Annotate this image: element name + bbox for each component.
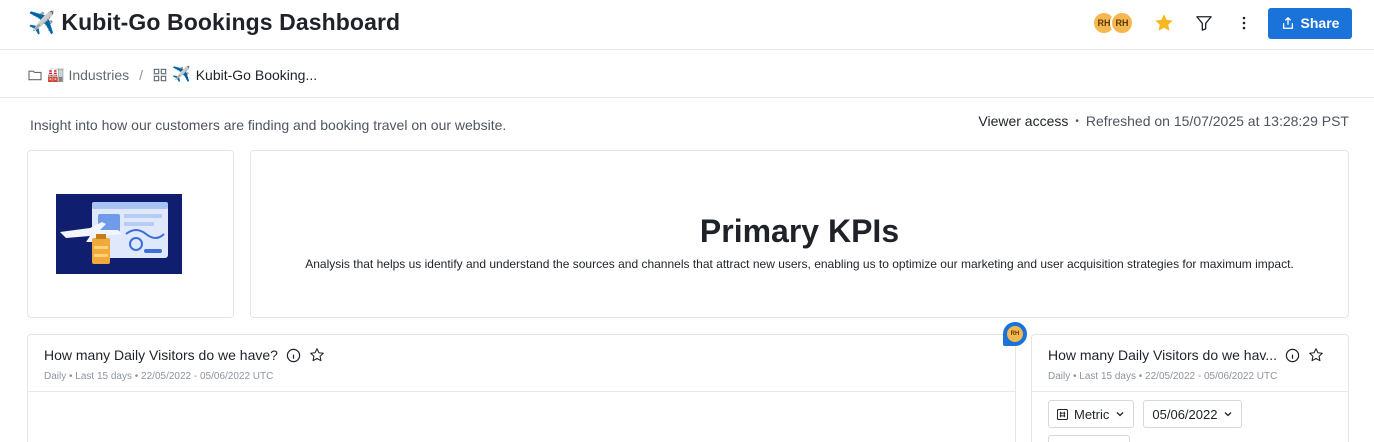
share-button[interactable]: Share — [1268, 7, 1352, 39]
access-level: Viewer access — [978, 113, 1069, 129]
metric-dropdown[interactable]: Metric — [1048, 400, 1135, 428]
metric-label: Metric — [1074, 406, 1110, 422]
avatar[interactable]: RH — [1110, 11, 1134, 35]
refreshed-timestamp: Refreshed on 15/07/2025 at 13:28:29 PST — [1085, 113, 1349, 129]
top-header: ✈️ Kubit-Go Bookings Dashboard RH RH Sha… — [0, 0, 1374, 50]
kpi-description: Analysis that helps us identify and unde… — [305, 257, 1294, 271]
date-label: 05/06/2022 — [1152, 406, 1218, 422]
kpi-heading: Primary KPIs — [699, 213, 900, 249]
dashboard-description: Insight into how our customers are findi… — [30, 117, 507, 133]
travel-booking-illustration — [56, 194, 182, 274]
divider — [28, 391, 1015, 392]
daily-visitors-side-card[interactable]: How many Daily Visitors do we hav... Dai… — [1031, 334, 1349, 442]
daily-visitors-chart-card[interactable]: How many Daily Visitors do we have? Dail… — [27, 334, 1016, 442]
factory-emoji-icon: 🏭 — [47, 66, 64, 82]
breadcrumb-item-dashboard[interactable]: ✈️ Kubit-Go Booking... — [153, 65, 318, 83]
card-controls: Metric 05/06/2022 — [1048, 400, 1243, 428]
dashboard-icon — [153, 68, 167, 81]
avatar: RH — [1007, 326, 1023, 342]
card-subtitle: Daily • Last 15 days • 22/05/2022 - 05/0… — [44, 371, 274, 382]
star-icon — [1155, 14, 1173, 31]
date-dropdown[interactable]: 05/06/2022 — [1143, 400, 1243, 428]
card-header: How many Daily Visitors do we hav... — [1048, 347, 1324, 363]
collaborator-avatars[interactable]: RH RH — [1092, 11, 1134, 35]
more-options-button[interactable] — [1228, 7, 1260, 39]
divider — [0, 97, 1374, 98]
info-icon[interactable] — [286, 348, 301, 363]
share-label: Share — [1300, 15, 1340, 31]
primary-kpis-card: Primary KPIs Analysis that helps us iden… — [250, 150, 1349, 318]
card-header: How many Daily Visitors do we have? — [44, 347, 325, 363]
more-vertical-icon — [1242, 16, 1246, 30]
breadcrumb: 🏭 Industries / ✈️ Kubit-Go Booking... — [28, 66, 317, 83]
dashboard-meta: Viewer access • Refreshed on 15/07/2025 … — [978, 113, 1349, 129]
chevron-down-icon — [1116, 412, 1124, 417]
star-outline-icon[interactable] — [1308, 347, 1324, 363]
chevron-down-icon — [1225, 412, 1232, 417]
comment-marker[interactable]: RH — [1003, 322, 1027, 346]
illustration-card — [27, 150, 234, 318]
card-title[interactable]: How many Daily Visitors do we hav... — [1048, 347, 1277, 363]
hash-icon — [1057, 408, 1068, 420]
breadcrumb-item-industries[interactable]: 🏭 Industries — [28, 66, 129, 83]
favorite-button[interactable] — [1148, 7, 1180, 39]
page-title: Kubit-Go Bookings Dashboard — [61, 9, 401, 35]
card-title[interactable]: How many Daily Visitors do we have? — [44, 347, 278, 363]
info-icon[interactable] — [1285, 348, 1300, 363]
breadcrumb-label: Kubit-Go Booking... — [195, 66, 318, 83]
additional-control[interactable] — [1048, 435, 1130, 442]
share-icon — [1282, 16, 1293, 29]
meta-separator: • — [1075, 115, 1079, 127]
filter-icon — [1196, 16, 1212, 31]
breadcrumb-separator: / — [139, 66, 144, 83]
card-subtitle: Daily • Last 15 days • 22/05/2022 - 05/0… — [1048, 371, 1278, 382]
folder-icon — [28, 70, 42, 80]
divider — [1032, 391, 1348, 392]
star-outline-icon[interactable] — [309, 347, 325, 363]
breadcrumb-label: Industries — [68, 66, 130, 83]
airplane-emoji-icon: ✈️ — [28, 9, 56, 35]
filter-button[interactable] — [1188, 7, 1220, 39]
airplane-emoji-icon: ✈️ — [172, 65, 191, 83]
title-wrap: ✈️ Kubit-Go Bookings Dashboard — [28, 9, 400, 36]
header-actions: RH RH Share — [1092, 7, 1352, 39]
